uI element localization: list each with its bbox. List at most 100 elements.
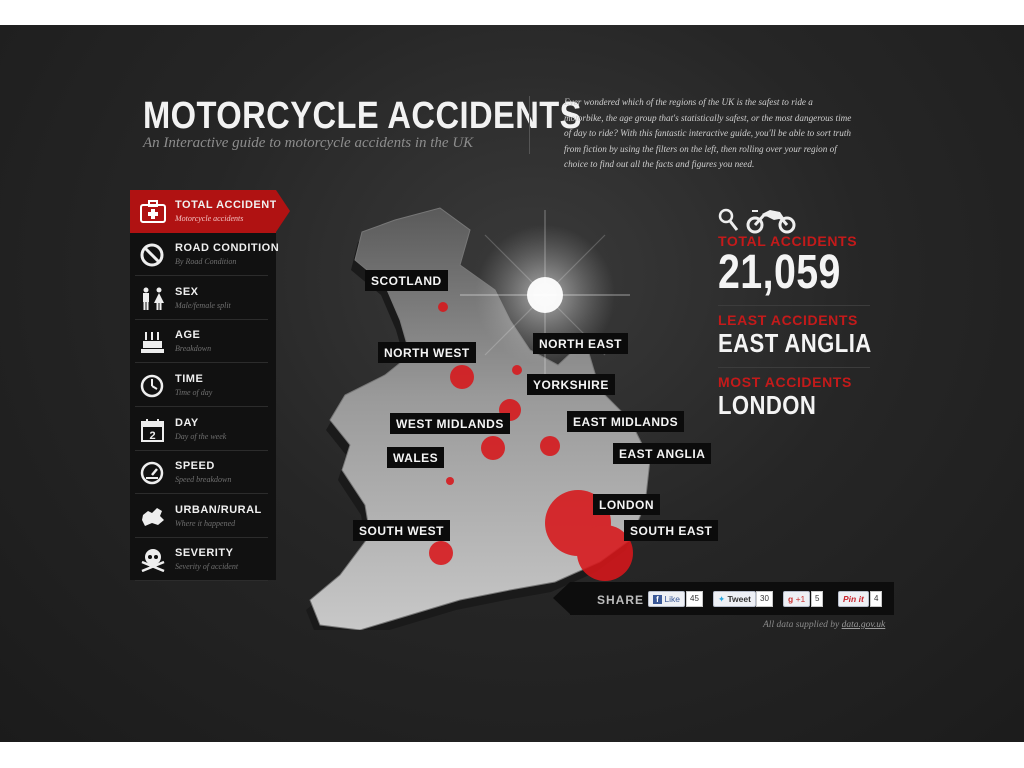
marker-west-midlands — [481, 436, 505, 460]
total-accidents-value: 21,059 — [718, 246, 841, 299]
marker-north-east — [512, 365, 522, 375]
city-shape-icon — [140, 505, 166, 529]
region-label-south-east[interactable]: SOUTH EAST — [624, 520, 719, 541]
least-accidents-label: LEAST ACCIDENTS — [718, 312, 858, 328]
google-plus-icon: g — [788, 594, 794, 604]
region-label-east-midlands[interactable]: EAST MIDLANDS — [567, 411, 685, 432]
marker-scotland — [438, 302, 448, 312]
region-label-scotland[interactable]: SCOTLAND — [365, 270, 448, 291]
region-label-wales[interactable]: WALES — [387, 447, 445, 468]
stats-divider — [718, 367, 870, 368]
menu-item-sex[interactable]: SEX Male/female split — [130, 277, 276, 320]
menu-item-road-condition[interactable]: ROAD CONDITION By Road Condition — [130, 233, 280, 276]
facebook-icon: f — [653, 595, 662, 605]
menu-item-sub: Day of the week — [175, 432, 227, 441]
menu-item-speed[interactable]: SPEED Speed breakdown — [130, 451, 276, 494]
menu-item-sub: Speed breakdown — [175, 475, 232, 484]
calendar-day-number: 2 — [149, 430, 155, 442]
region-label-west-midlands[interactable]: WEST MIDLANDS — [390, 413, 510, 434]
google-plus-label: +1 — [795, 594, 806, 604]
menu-separator — [135, 406, 268, 407]
google-plus-count: 5 — [811, 591, 824, 607]
most-accidents-value: LONDON — [718, 390, 817, 420]
menu-item-label: SEVERITY — [175, 547, 234, 559]
least-accidents-value: EAST ANGLIA — [718, 328, 872, 358]
facebook-like-label: Like — [664, 594, 680, 604]
menu-separator — [135, 362, 268, 363]
page-title: MOTORCYCLE ACCIDENTS — [143, 95, 582, 137]
birthday-cake-icon — [140, 330, 166, 354]
facebook-like-count: 45 — [686, 591, 703, 607]
motorcycle-icon — [744, 206, 798, 239]
data-source-link[interactable]: data.gov.uk — [842, 620, 886, 630]
tweet-count: 30 — [756, 591, 773, 607]
stats-icons — [718, 203, 878, 234]
facebook-like-button[interactable]: f Like — [648, 591, 685, 607]
marker-east-midlands — [540, 436, 560, 456]
menu-item-label: URBAN/RURAL — [175, 504, 262, 516]
header-divider — [529, 96, 530, 154]
menu-item-sub: By Road Condition — [175, 257, 237, 266]
marker-south-west — [429, 541, 453, 565]
menu-item-label: TOTAL ACCIDENTS — [175, 199, 285, 211]
active-menu-arrow — [276, 190, 290, 232]
data-credit: All data supplied by data.gov.uk — [763, 620, 885, 630]
uk-map-graphic — [306, 207, 651, 640]
marker-north-west — [450, 365, 474, 389]
male-female-icon — [140, 287, 166, 311]
menu-item-sub: Breakdown — [175, 344, 212, 353]
region-label-yorkshire[interactable]: YORKSHIRE — [527, 374, 615, 395]
menu-item-label: AGE — [175, 329, 201, 341]
share-bar-tip — [553, 582, 570, 614]
intro-text: Ever wondered which of the regions of th… — [564, 97, 852, 170]
data-credit-text: All data supplied by — [763, 620, 840, 630]
page-subtitle: An Interactive guide to motorcycle accid… — [143, 135, 474, 151]
region-label-north-west[interactable]: NORTH WEST — [378, 342, 476, 363]
menu-separator — [135, 275, 268, 276]
menu-item-sub: Male/female split — [175, 301, 231, 310]
menu-item-label: ROAD CONDITION — [175, 242, 280, 254]
menu-item-time[interactable]: TIME Time of day — [130, 364, 276, 407]
calendar-icon: 2 — [140, 418, 166, 442]
magnifier-icon — [718, 208, 740, 237]
menu-item-label: SEX — [175, 286, 199, 298]
no-entry-icon — [140, 243, 166, 267]
tweet-label: Tweet — [727, 594, 751, 604]
page-background: MOTORCYCLE ACCIDENTS An Interactive guid… — [0, 25, 1024, 742]
menu-item-sub: Severity of accident — [175, 562, 239, 571]
first-aid-icon — [140, 200, 166, 224]
most-accidents-label: MOST ACCIDENTS — [718, 374, 852, 390]
stats-divider — [718, 305, 870, 306]
menu-item-urban-rural[interactable]: URBAN/RURAL Where it happened — [130, 495, 276, 538]
region-label-east-anglia[interactable]: EAST ANGLIA — [613, 443, 712, 464]
share-bar: SHARE f Like 45 ✦ Tweet 30 g +1 5 Pin it… — [570, 582, 894, 615]
share-label: SHARE — [597, 593, 645, 607]
menu-item-label: TIME — [175, 373, 204, 385]
stats-panel: TOTAL ACCIDENTS 21,059 LEAST ACCIDENTS E… — [718, 203, 878, 421]
menu-item-sub: Time of day — [175, 388, 213, 397]
google-plus-one-button[interactable]: g +1 — [783, 591, 811, 607]
speedometer-icon — [140, 461, 166, 485]
menu-item-sub: Where it happened — [175, 519, 236, 528]
region-label-north-east[interactable]: NORTH EAST — [533, 333, 628, 354]
pinterest-count: 4 — [870, 591, 883, 607]
region-label-london[interactable]: LONDON — [593, 494, 660, 515]
menu-item-severity[interactable]: SEVERITY Severity of accident — [130, 538, 276, 581]
filter-menu: TOTAL ACCIDENTS Motorcycle accidents ROA… — [130, 190, 284, 581]
menu-separator — [135, 580, 268, 581]
menu-separator — [135, 493, 268, 494]
clock-icon — [140, 374, 166, 398]
twitter-bird-icon: ✦ — [718, 594, 726, 604]
menu-item-age[interactable]: AGE Breakdown — [130, 320, 276, 363]
tweet-button[interactable]: ✦ Tweet — [713, 591, 756, 607]
region-label-south-west[interactable]: SOUTH WEST — [353, 520, 450, 541]
menu-item-day[interactable]: 2 DAY Day of the week — [130, 408, 276, 451]
menu-item-label: DAY — [175, 417, 199, 429]
menu-item-sub: Motorcycle accidents — [175, 214, 244, 223]
menu-item-total-accidents[interactable]: TOTAL ACCIDENTS Motorcycle accidents — [130, 190, 284, 233]
uk-map: SCOTLAND NORTH WEST NORTH EAST YORKSHIRE… — [300, 190, 719, 640]
menu-item-label: SPEED — [175, 460, 215, 472]
marker-wales — [446, 477, 454, 485]
skull-crossbones-icon — [140, 548, 166, 573]
pinterest-pin-button[interactable]: Pin it — [838, 591, 869, 607]
